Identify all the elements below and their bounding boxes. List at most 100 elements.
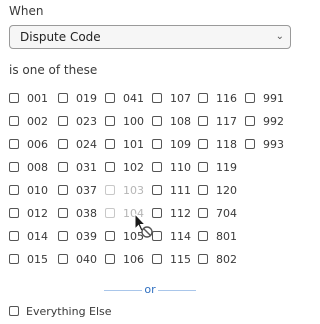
code-label: 108 bbox=[170, 114, 191, 128]
code-checkbox[interactable] bbox=[9, 208, 19, 218]
code-checkbox[interactable] bbox=[9, 139, 19, 149]
code-option-108[interactable]: 108 bbox=[152, 111, 191, 131]
code-option-120[interactable]: 120 bbox=[198, 180, 237, 200]
code-option-038[interactable]: 038 bbox=[58, 203, 97, 223]
code-checkbox[interactable] bbox=[152, 116, 162, 126]
code-option-031[interactable]: 031 bbox=[58, 157, 97, 177]
code-label: 100 bbox=[123, 114, 144, 128]
code-option-109[interactable]: 109 bbox=[152, 134, 191, 154]
code-option-039[interactable]: 039 bbox=[58, 226, 97, 246]
code-option-012[interactable]: 012 bbox=[9, 203, 48, 223]
code-option-801[interactable]: 801 bbox=[198, 226, 237, 246]
code-option-112[interactable]: 112 bbox=[152, 203, 191, 223]
code-label: 704 bbox=[216, 206, 237, 220]
code-option-100[interactable]: 100 bbox=[105, 111, 144, 131]
code-option-102[interactable]: 102 bbox=[105, 157, 144, 177]
code-label: 111 bbox=[170, 183, 191, 197]
code-checkbox[interactable] bbox=[9, 231, 19, 241]
code-label: 010 bbox=[27, 183, 48, 197]
code-option-101[interactable]: 101 bbox=[105, 134, 144, 154]
code-option-992[interactable]: 992 bbox=[245, 111, 284, 131]
code-checkbox[interactable] bbox=[198, 185, 208, 195]
code-option-024[interactable]: 024 bbox=[58, 134, 97, 154]
code-option-041[interactable]: 041 bbox=[105, 88, 144, 108]
code-option-103: 103 bbox=[105, 180, 144, 200]
code-checkbox[interactable] bbox=[58, 254, 68, 264]
code-checkbox[interactable] bbox=[58, 231, 68, 241]
code-option-114[interactable]: 114 bbox=[152, 226, 191, 246]
code-option-107[interactable]: 107 bbox=[152, 88, 191, 108]
code-checkbox[interactable] bbox=[105, 93, 115, 103]
code-option-106[interactable]: 106 bbox=[105, 249, 144, 269]
code-label: 107 bbox=[170, 91, 191, 105]
code-option-023[interactable]: 023 bbox=[58, 111, 97, 131]
code-checkbox[interactable] bbox=[152, 254, 162, 264]
code-option-015[interactable]: 015 bbox=[9, 249, 48, 269]
code-checkbox[interactable] bbox=[105, 162, 115, 172]
code-checkbox[interactable] bbox=[198, 93, 208, 103]
code-checkbox[interactable] bbox=[245, 116, 255, 126]
code-checkbox[interactable] bbox=[105, 254, 115, 264]
code-option-991[interactable]: 991 bbox=[245, 88, 284, 108]
code-checkbox[interactable] bbox=[58, 93, 68, 103]
code-checkbox[interactable] bbox=[152, 162, 162, 172]
code-checkbox[interactable] bbox=[245, 93, 255, 103]
code-checkbox[interactable] bbox=[58, 116, 68, 126]
code-option-110[interactable]: 110 bbox=[152, 157, 191, 177]
code-checkbox[interactable] bbox=[9, 185, 19, 195]
code-option-118[interactable]: 118 bbox=[198, 134, 237, 154]
code-checkbox[interactable] bbox=[58, 139, 68, 149]
code-option-802[interactable]: 802 bbox=[198, 249, 237, 269]
everything-else-option[interactable]: Everything Else bbox=[9, 301, 112, 321]
code-checkbox[interactable] bbox=[152, 93, 162, 103]
code-checkbox[interactable] bbox=[9, 93, 19, 103]
code-option-037[interactable]: 037 bbox=[58, 180, 97, 200]
code-option-993[interactable]: 993 bbox=[245, 134, 284, 154]
code-checkbox[interactable] bbox=[198, 208, 208, 218]
code-checkbox[interactable] bbox=[58, 208, 68, 218]
code-checkbox[interactable] bbox=[9, 254, 19, 264]
code-label: 117 bbox=[216, 114, 237, 128]
code-checkbox[interactable] bbox=[198, 116, 208, 126]
code-option-019[interactable]: 019 bbox=[58, 88, 97, 108]
code-checkbox[interactable] bbox=[9, 116, 19, 126]
code-checkbox[interactable] bbox=[198, 162, 208, 172]
everything-else-checkbox[interactable] bbox=[9, 306, 19, 316]
code-checkbox[interactable] bbox=[58, 185, 68, 195]
code-option-006[interactable]: 006 bbox=[9, 134, 48, 154]
code-label: 116 bbox=[216, 91, 237, 105]
code-option-117[interactable]: 117 bbox=[198, 111, 237, 131]
condition-field-select[interactable]: Dispute Code ⌄ bbox=[9, 25, 291, 49]
code-checkbox[interactable] bbox=[105, 231, 115, 241]
code-checkbox[interactable] bbox=[152, 185, 162, 195]
code-checkbox[interactable] bbox=[105, 116, 115, 126]
code-label: 103 bbox=[123, 183, 144, 197]
code-option-040[interactable]: 040 bbox=[58, 249, 97, 269]
code-option-010[interactable]: 010 bbox=[9, 180, 48, 200]
code-checkbox[interactable] bbox=[105, 139, 115, 149]
select-value: Dispute Code bbox=[20, 30, 101, 44]
code-option-014[interactable]: 014 bbox=[9, 226, 48, 246]
code-checkbox[interactable] bbox=[198, 231, 208, 241]
code-label: 039 bbox=[76, 229, 97, 243]
code-option-704[interactable]: 704 bbox=[198, 203, 237, 223]
code-checkbox[interactable] bbox=[198, 139, 208, 149]
code-label: 024 bbox=[76, 137, 97, 151]
code-option-119[interactable]: 119 bbox=[198, 157, 237, 177]
code-checkbox[interactable] bbox=[9, 162, 19, 172]
code-label: 019 bbox=[76, 91, 97, 105]
code-label: 038 bbox=[76, 206, 97, 220]
code-checkbox[interactable] bbox=[245, 139, 255, 149]
code-checkbox[interactable] bbox=[58, 162, 68, 172]
code-option-002[interactable]: 002 bbox=[9, 111, 48, 131]
code-label: 106 bbox=[123, 252, 144, 266]
code-checkbox[interactable] bbox=[152, 139, 162, 149]
code-option-001[interactable]: 001 bbox=[9, 88, 48, 108]
code-label: 001 bbox=[27, 91, 48, 105]
code-option-115[interactable]: 115 bbox=[152, 249, 191, 269]
code-checkbox[interactable] bbox=[198, 254, 208, 264]
code-option-116[interactable]: 116 bbox=[198, 88, 237, 108]
code-option-008[interactable]: 008 bbox=[9, 157, 48, 177]
code-checkbox bbox=[105, 208, 115, 218]
code-option-111[interactable]: 111 bbox=[152, 180, 191, 200]
